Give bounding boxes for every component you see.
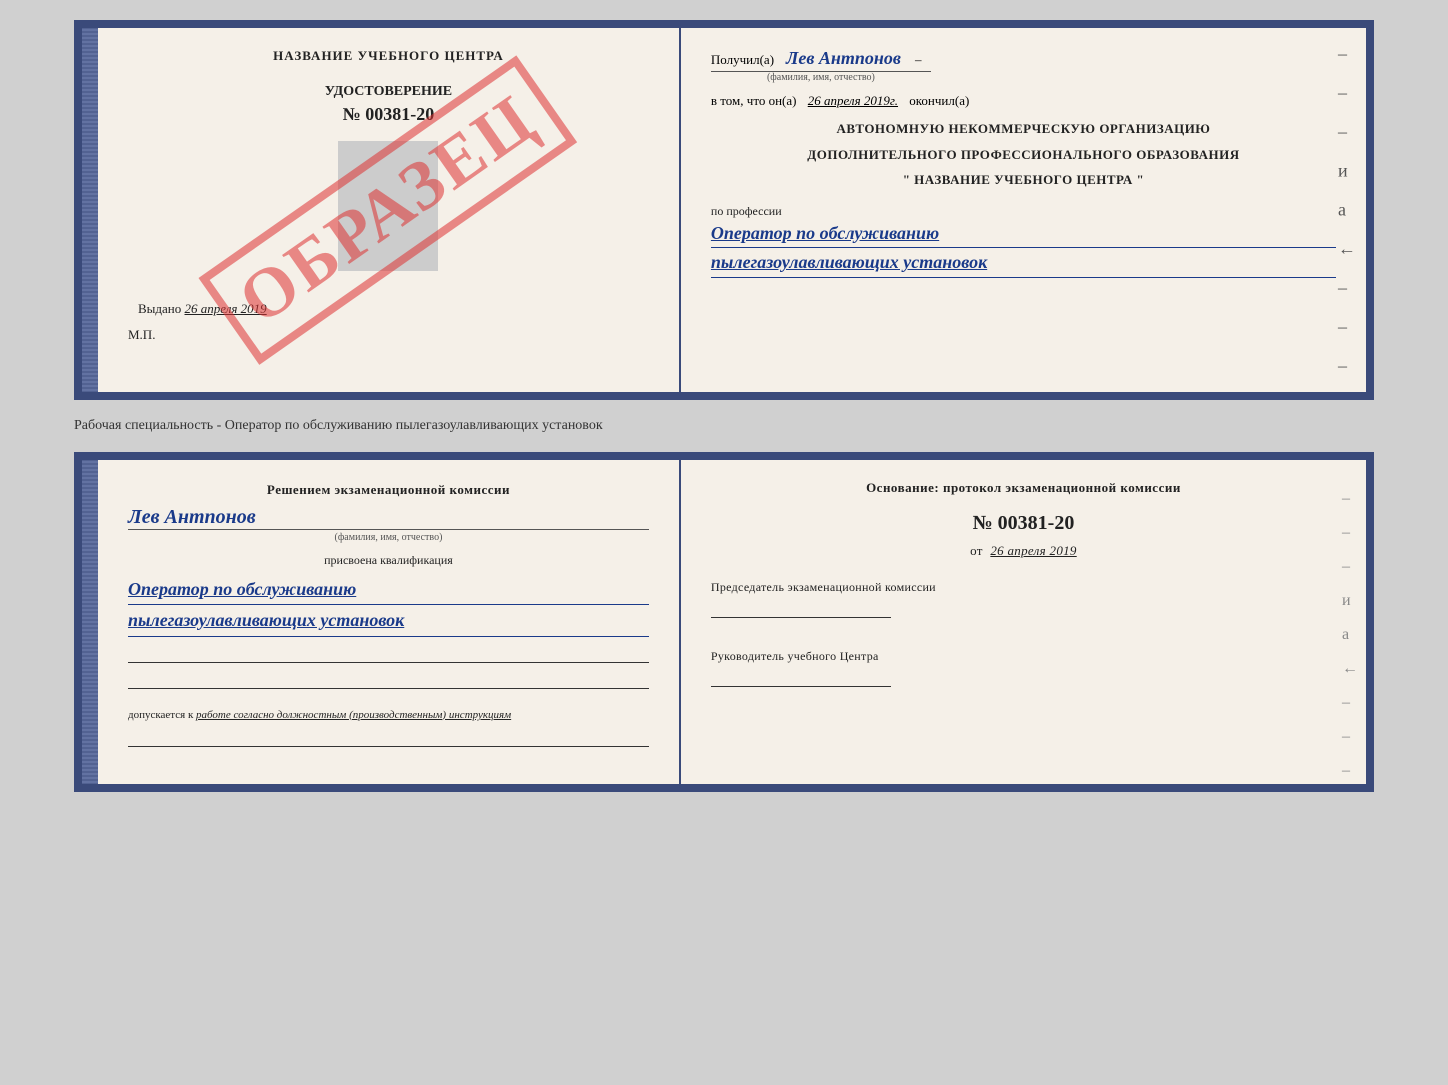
dash3: – xyxy=(1338,122,1356,143)
bottom-qualification-line1: Оператор по обслуживанию xyxy=(128,574,649,606)
top-certificate-book: НАЗВАНИЕ УЧЕБНОГО ЦЕНТРА УДОСТОВЕРЕНИЕ №… xyxy=(74,20,1374,400)
dash2: – xyxy=(1338,83,1356,104)
bottom-left-panel: Решением экзаменационной комиссии Лев Ан… xyxy=(98,460,681,784)
in-that-date: 26 апреля 2019г. xyxy=(808,93,898,108)
received-name: Лев Антпонов xyxy=(786,48,901,68)
profession-line2: пылегазоулавливающих установок xyxy=(711,248,1336,278)
cert-issued: Выдано 26 апреля 2019 xyxy=(138,301,649,317)
btm-dash2: – xyxy=(1342,524,1358,542)
allowed-label: допускается к xyxy=(128,709,193,721)
chairman-sig-line xyxy=(711,600,891,618)
btm-dash8: – xyxy=(1342,728,1358,746)
protocol-num: № 00381-20 xyxy=(711,512,1336,535)
basis-label: Основание: протокол экзаменационной коми… xyxy=(711,480,1336,496)
decision-label: Решением экзаменационной комиссии xyxy=(128,480,649,500)
protocol-date-section: от 26 апреля 2019 xyxy=(711,543,1336,559)
bottom-right-dashes: – – – и а ← – – – xyxy=(1342,490,1358,780)
btm-dash6: ← xyxy=(1342,660,1358,678)
book-spine-top xyxy=(82,28,98,392)
director-label: Руководитель учебного Центра xyxy=(711,649,879,663)
allowed-section: допускается к работе согласно должностны… xyxy=(128,709,649,721)
sig-line-3 xyxy=(128,727,649,747)
in-that-label: в том, что он(а) xyxy=(711,93,797,108)
in-that-section: в том, что он(а) 26 апреля 2019г. окончи… xyxy=(711,93,1336,109)
received-section: Получил(а) Лев Антпонов – (фамилия, имя,… xyxy=(711,48,1336,83)
cert-right-panel: Получил(а) Лев Антпонов – (фамилия, имя,… xyxy=(681,28,1366,392)
dash5: а xyxy=(1338,200,1356,221)
dash4: и xyxy=(1338,161,1356,182)
right-dashes: – – – и а ← – – – xyxy=(1338,44,1356,377)
btm-dash9: – xyxy=(1342,762,1358,780)
cert-photo xyxy=(338,141,438,271)
profession-line1: Оператор по обслуживанию xyxy=(711,219,1336,249)
finished-label: окончил(а) xyxy=(909,93,969,108)
document-wrapper: НАЗВАНИЕ УЧЕБНОГО ЦЕНТРА УДОСТОВЕРЕНИЕ №… xyxy=(74,20,1374,792)
dash9: – xyxy=(1338,356,1356,377)
cert-issued-label: Выдано xyxy=(138,301,181,316)
book-spine-bottom xyxy=(82,460,98,784)
org-name: " НАЗВАНИЕ УЧЕБНОГО ЦЕНТРА " xyxy=(711,170,1336,190)
dash1: – xyxy=(1338,44,1356,65)
dash7: – xyxy=(1338,278,1356,299)
dash8: – xyxy=(1338,317,1356,338)
dash6: ← xyxy=(1338,239,1356,260)
sig-line-2 xyxy=(128,669,649,689)
btm-dash4: и xyxy=(1342,592,1358,610)
bottom-qualification-line2: пылегазоулавливающих установок xyxy=(128,605,649,637)
dash-separator: – xyxy=(915,52,922,67)
btm-dash1: – xyxy=(1342,490,1358,508)
allowed-text: работе согласно должностным (производств… xyxy=(196,709,511,721)
chairman-section: Председатель экзаменационной комиссии xyxy=(711,579,1336,618)
cert-id-label: УДОСТОВЕРЕНИЕ xyxy=(128,84,649,100)
assigned-label: присвоена квалификация xyxy=(128,553,649,568)
btm-dash3: – xyxy=(1342,558,1358,576)
director-section: Руководитель учебного Центра xyxy=(711,648,1336,687)
org-line2: ДОПОЛНИТЕЛЬНОГО ПРОФЕССИОНАЛЬНОГО ОБРАЗО… xyxy=(711,145,1336,165)
bottom-right-panel: Основание: протокол экзаменационной коми… xyxy=(681,460,1366,784)
bottom-name: Лев Антпонов xyxy=(128,506,649,530)
cert-school-title: НАЗВАНИЕ УЧЕБНОГО ЦЕНТРА xyxy=(128,48,649,64)
profession-label: по профессии xyxy=(711,204,1336,219)
cert-issued-date: 26 апреля 2019 xyxy=(185,301,267,316)
sig-line-1 xyxy=(128,643,649,663)
chairman-label: Председатель экзаменационной комиссии xyxy=(711,580,936,594)
cert-left-panel: НАЗВАНИЕ УЧЕБНОГО ЦЕНТРА УДОСТОВЕРЕНИЕ №… xyxy=(98,28,681,392)
protocol-date: 26 апреля 2019 xyxy=(990,543,1076,558)
bottom-certificate-book: Решением экзаменационной комиссии Лев Ан… xyxy=(74,452,1374,792)
btm-dash5: а xyxy=(1342,626,1358,644)
bottom-fio-note: (фамилия, имя, отчество) xyxy=(128,532,649,543)
director-sig-line xyxy=(711,669,891,687)
received-label: Получил(а) xyxy=(711,52,774,67)
cert-id-number: № 00381-20 xyxy=(128,104,649,125)
fio-note-top: (фамилия, имя, отчество) xyxy=(711,71,931,83)
separator-text: Рабочая специальность - Оператор по обсл… xyxy=(74,412,1374,440)
btm-dash7: – xyxy=(1342,694,1358,712)
org-line1: АВТОНОМНУЮ НЕКОММЕРЧЕСКУЮ ОРГАНИЗАЦИЮ xyxy=(711,119,1336,139)
cert-mp: М.П. xyxy=(128,327,649,343)
protocol-date-prefix: от xyxy=(970,543,983,558)
